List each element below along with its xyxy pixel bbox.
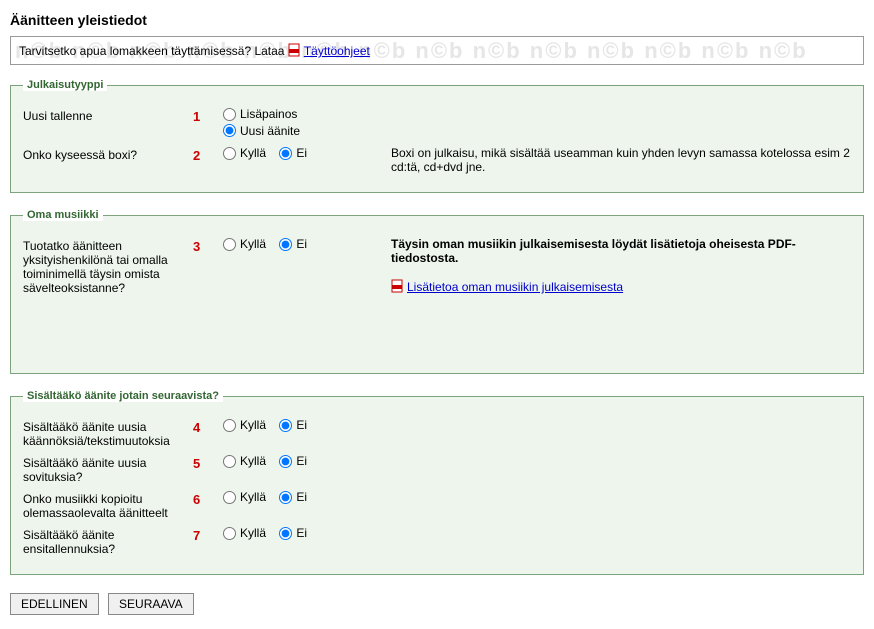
info-oma-musiikki-text: Täysin oman musiikin julkaisemisesta löy… [391,237,851,265]
radio-label: Kyllä [240,418,266,432]
num-4: 4 [193,418,223,435]
radio-label: Ei [296,237,307,251]
row-boxi: Onko kyseessä boxi? 2 Kyllä Ei Boxi on j… [23,146,851,174]
next-button[interactable]: SEURAAVA [108,593,194,615]
nav-buttons: EDELLINEN SEURAAVA [10,593,864,615]
row-ensitallennukset: Sisältääkö äänite ensitallennuksia? 7 Ky… [23,526,851,556]
radio-sovitukset-kylla[interactable]: Kyllä [223,454,266,468]
info-oma-musiikki: Täysin oman musiikin julkaisemisesta löy… [383,237,851,294]
radios-boxi: Kyllä Ei [223,146,383,163]
radio-label: Ei [296,146,307,160]
num-1: 1 [193,107,223,124]
radio-label: Ei [296,418,307,432]
row-kopioitu: Onko musiikki kopioitu olemassaolevalta … [23,490,851,520]
radios-ensitallennukset: Kyllä Ei [223,526,383,543]
pdf-icon [288,43,302,57]
radio-label: Ei [296,490,307,504]
fieldset-julkaisutyyppi: Julkaisutyyppi Uusi tallenne 1 Lisäpaino… [10,79,864,193]
num-6: 6 [193,490,223,507]
help-box: n©b n©b n©b n©b n©b n©b n©b n©b n©b n©b … [10,36,864,65]
radio-kaannokset-ei[interactable]: Ei [279,418,307,432]
radio-label: Kyllä [240,526,266,540]
label-ensitallennukset: Sisältääkö äänite ensitallennuksia? [23,526,193,556]
label-kopioitu: Onko musiikki kopioitu olemassaolevalta … [23,490,193,520]
row-kaannokset: Sisältääkö äänite uusia käännöksiä/tekst… [23,418,851,448]
row-uusi-tallenne: Uusi tallenne 1 Lisäpainos Uusi äänite [23,107,851,140]
radio-label: Lisäpainos [240,107,297,121]
radio-label: Kyllä [240,490,266,504]
radio-label: Ei [296,526,307,540]
num-3: 3 [193,237,223,254]
radios-oma-musiikki: Kyllä Ei [223,237,383,254]
radio-label: Kyllä [240,237,266,251]
label-uusi-tallenne: Uusi tallenne [23,107,193,123]
fieldset-sisaltaako: Sisältääkö äänite jotain seuraavista? Si… [10,390,864,575]
label-boxi: Onko kyseessä boxi? [23,146,193,162]
radios-kopioitu: Kyllä Ei [223,490,383,507]
info-boxi: Boxi on julkaisu, mikä sisältää useamman… [383,146,851,174]
radio-label: Kyllä [240,454,266,468]
row-sovitukset: Sisältääkö äänite uusia sovituksia? 5 Ky… [23,454,851,484]
radio-oma-kylla[interactable]: Kyllä [223,237,266,251]
radio-lisapainos[interactable]: Lisäpainos [223,107,297,121]
label-kaannokset: Sisältääkö äänite uusia käännöksiä/tekst… [23,418,193,448]
legend-sisaltaako: Sisältääkö äänite jotain seuraavista? [23,390,223,402]
radio-uusi-aanite[interactable]: Uusi äänite [223,124,300,138]
radio-label: Ei [296,454,307,468]
num-7: 7 [193,526,223,543]
radios-sovitukset: Kyllä Ei [223,454,383,471]
radio-label: Kyllä [240,146,266,160]
radios-uusi-tallenne: Lisäpainos Uusi äänite [223,107,383,140]
radio-ensi-ei[interactable]: Ei [279,526,307,540]
page-title: Äänitteen yleistiedot [10,12,864,28]
radio-boxi-ei[interactable]: Ei [279,146,307,160]
help-link[interactable]: Täyttöohjeet [304,44,370,58]
prev-button[interactable]: EDELLINEN [10,593,99,615]
label-sovitukset: Sisältääkö äänite uusia sovituksia? [23,454,193,484]
radio-kopioitu-kylla[interactable]: Kyllä [223,490,266,504]
help-prefix: Tarvitsetko apua lomakkeen täyttämisessä… [19,44,288,58]
radios-kaannokset: Kyllä Ei [223,418,383,435]
radio-label: Uusi äänite [240,124,300,138]
legend-oma-musiikki: Oma musiikki [23,209,103,221]
num-2: 2 [193,146,223,163]
num-5: 5 [193,454,223,471]
radio-ensi-kylla[interactable]: Kyllä [223,526,266,540]
link-oma-musiikki-pdf[interactable]: Lisätietoa oman musiikin julkaisemisesta [407,280,623,294]
radio-kopioitu-ei[interactable]: Ei [279,490,307,504]
pdf-icon [391,279,405,293]
radio-kaannokset-kylla[interactable]: Kyllä [223,418,266,432]
fieldset-oma-musiikki: Oma musiikki Tuotatko äänitteen yksityis… [10,209,864,374]
legend-julkaisutyyppi: Julkaisutyyppi [23,79,107,91]
label-oma-musiikki: Tuotatko äänitteen yksityishenkilönä tai… [23,237,193,295]
radio-oma-ei[interactable]: Ei [279,237,307,251]
radio-boxi-kylla[interactable]: Kyllä [223,146,266,160]
radio-sovitukset-ei[interactable]: Ei [279,454,307,468]
row-oma-musiikki: Tuotatko äänitteen yksityishenkilönä tai… [23,237,851,295]
